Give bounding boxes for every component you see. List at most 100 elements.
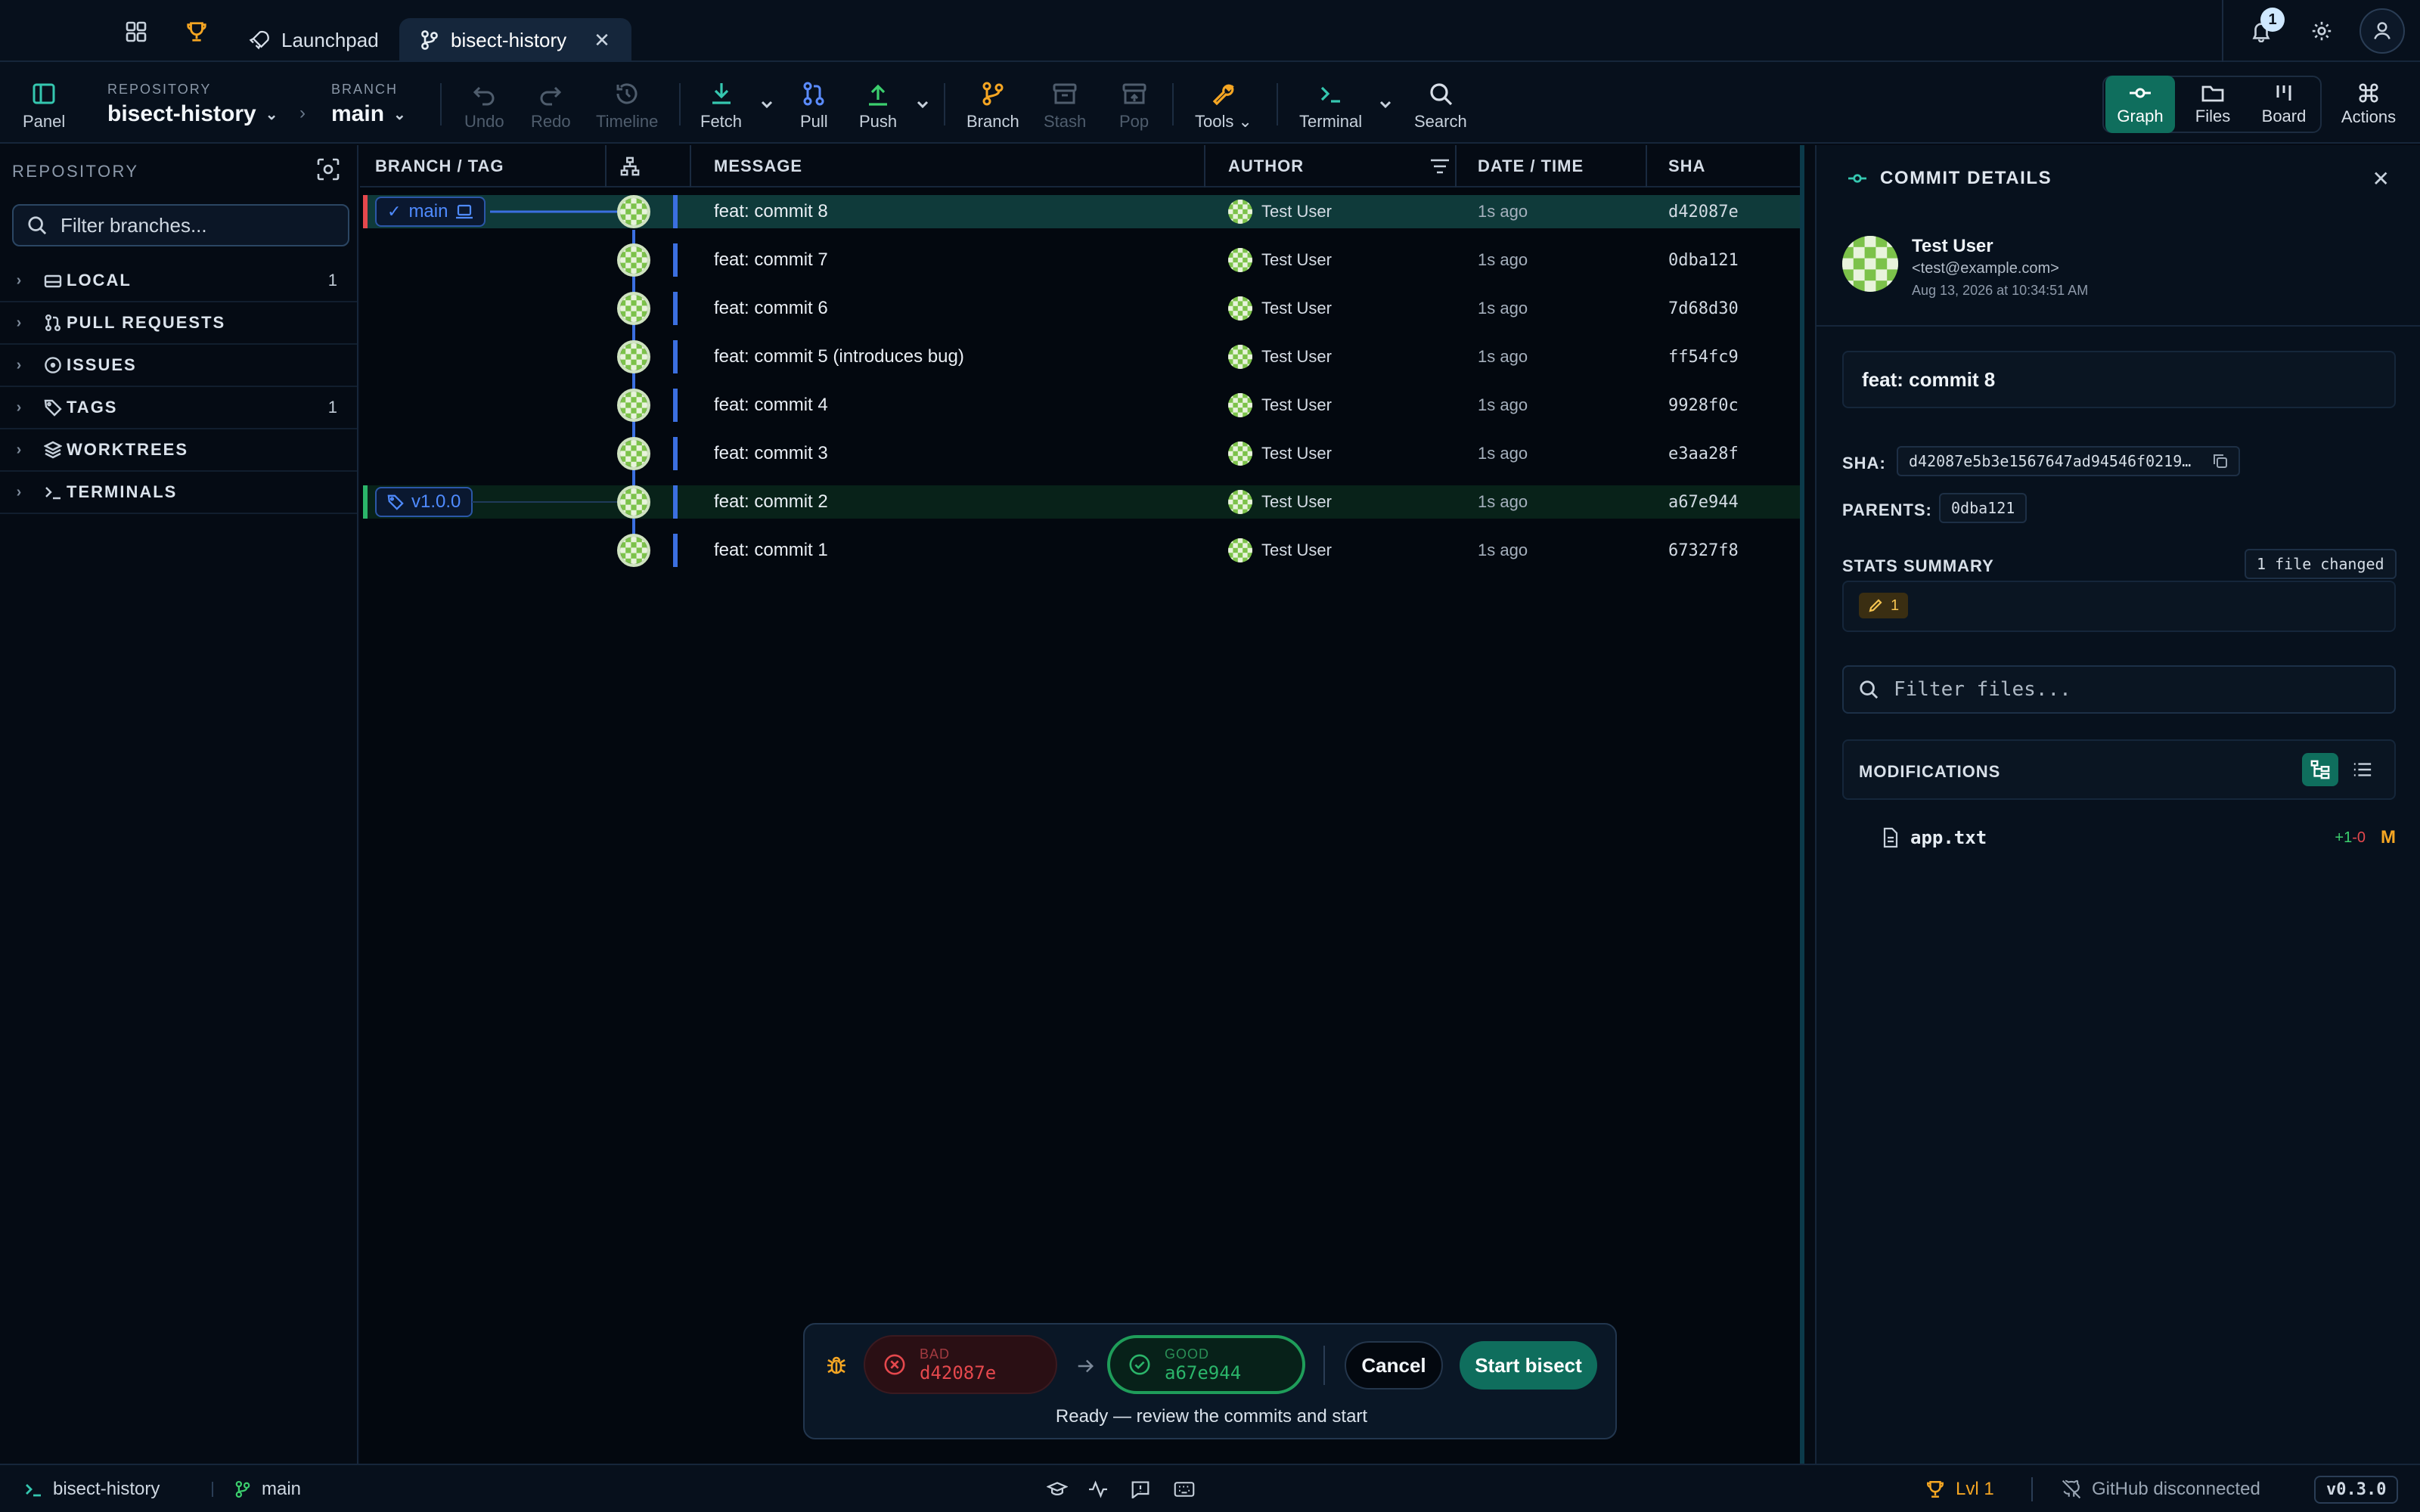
view-graph-button[interactable]: Graph — [2105, 76, 2175, 133]
sidebar-item-tags[interactable]: › TAGS 1 — [0, 387, 357, 429]
sidebar-item-local[interactable]: › LOCAL 1 — [0, 260, 357, 302]
focus-icon[interactable] — [316, 157, 340, 181]
branch-label[interactable]: ✓ main — [375, 197, 486, 227]
commit-details-panel: COMMIT DETAILS ✕ Test User <test@example… — [1815, 145, 2420, 1464]
view-files-button[interactable]: Files — [2178, 76, 2248, 133]
actions-button[interactable]: Actions — [2332, 76, 2405, 133]
commit-node-avatar[interactable] — [617, 485, 650, 519]
parent-sha[interactable]: 0dba121 — [1939, 493, 2028, 523]
status-branch[interactable]: main — [234, 1465, 301, 1512]
fetch-button[interactable]: Fetch — [700, 80, 742, 132]
sidebar-item-count: 1 — [327, 398, 339, 417]
commit-node-avatar[interactable] — [617, 340, 650, 373]
graduation-cap-icon[interactable] — [1047, 1465, 1068, 1512]
cancel-bisect-button[interactable]: Cancel — [1345, 1341, 1443, 1390]
download-icon — [712, 83, 731, 104]
sidebar-item-count: 1 — [327, 271, 339, 290]
status-repo[interactable]: bisect-history — [24, 1465, 160, 1512]
trophy-icon[interactable] — [182, 17, 212, 47]
keyboard-icon[interactable] — [1174, 1465, 1195, 1512]
column-message[interactable]: MESSAGE — [714, 145, 802, 187]
pencil-icon — [1869, 599, 1882, 612]
commit-node-avatar[interactable] — [617, 437, 650, 470]
terminal-button[interactable]: Terminal — [1299, 80, 1362, 132]
graph-column-icon[interactable] — [620, 145, 640, 187]
filter-icon[interactable] — [1429, 156, 1450, 177]
gear-icon[interactable] — [2299, 0, 2344, 62]
chevron-down-icon[interactable] — [1376, 95, 1395, 113]
commit-row[interactable]: feat: commit 3 Test User 1s ago e3aa28f — [360, 429, 1804, 478]
author-name: Test User — [1261, 250, 1332, 269]
pop-button[interactable]: Pop — [1119, 80, 1149, 132]
view-board-button[interactable]: Board — [2249, 76, 2319, 133]
chevron-down-icon[interactable] — [758, 95, 776, 113]
file-row[interactable]: app.txt +1-0 M — [1882, 823, 2396, 853]
commit-node-avatar[interactable] — [617, 195, 650, 228]
sidebar-item-worktrees[interactable]: › WORKTREES — [0, 429, 357, 472]
scrollbar[interactable] — [1800, 145, 1804, 1464]
timeline-label: Timeline — [596, 112, 659, 131]
tools-button[interactable]: Tools ⌄ — [1195, 80, 1252, 132]
commit-node-avatar[interactable] — [617, 534, 650, 567]
timeline-button[interactable]: Timeline — [596, 80, 658, 132]
tab-launchpad[interactable]: Launchpad — [227, 18, 400, 62]
sidebar-item-terminals[interactable]: › TERMINALS — [0, 472, 357, 514]
chevron-down-icon: ⌄ — [393, 106, 406, 123]
column-branch-tag[interactable]: BRANCH / TAG — [375, 145, 504, 187]
branch-filter-input[interactable]: Filter branches... — [12, 204, 349, 246]
lane-indicator — [673, 292, 678, 325]
activity-icon[interactable] — [1087, 1465, 1109, 1512]
bisect-bad-commit[interactable]: BAD d42087e — [864, 1335, 1057, 1394]
bisect-good-commit[interactable]: GOOD a67e944 — [1107, 1335, 1305, 1394]
divider — [2031, 1477, 2033, 1501]
notifications-button[interactable]: 1 — [2223, 0, 2299, 62]
feedback-icon[interactable] — [1130, 1465, 1151, 1512]
sidebar-item-issues[interactable]: › ISSUES — [0, 345, 357, 387]
copy-icon[interactable] — [2213, 454, 2228, 469]
start-bisect-button[interactable]: Start bisect — [1460, 1341, 1597, 1390]
search-icon — [28, 216, 47, 235]
commit-row[interactable]: feat: commit 7 Test User 1s ago 0dba121 — [360, 236, 1804, 284]
github-status[interactable]: GitHub disconnected — [2062, 1465, 2260, 1512]
column-sha[interactable]: SHA — [1668, 145, 1705, 187]
tree-view-toggle[interactable] — [2302, 753, 2338, 786]
author-name: Test User — [1261, 444, 1332, 463]
commit-node-avatar[interactable] — [617, 243, 650, 277]
commit-row[interactable]: v1.0.0 feat: commit 2 Test User 1s ago a67e9… — [360, 478, 1804, 526]
redo-button[interactable]: Redo — [531, 80, 571, 132]
commit-row[interactable]: feat: commit 5 (introduces bug) Test User… — [360, 333, 1804, 381]
commit-row[interactable]: feat: commit 6 Test User 1s ago 7d68d30 — [360, 284, 1804, 333]
commit-sha: 9928f0c — [1668, 395, 1739, 415]
chevron-down-icon[interactable] — [914, 95, 932, 113]
file-filter-input[interactable]: Filter files... — [1842, 665, 2396, 714]
undo-button[interactable]: Undo — [464, 80, 504, 132]
list-view-toggle[interactable] — [2344, 753, 2381, 786]
sidebar-item-pull-requests[interactable]: › PULL REQUESTS — [0, 302, 357, 345]
pull-button[interactable]: Pull — [800, 80, 828, 132]
column-author[interactable]: AUTHOR — [1228, 145, 1304, 187]
panel-button[interactable]: Panel — [23, 80, 65, 132]
column-date[interactable]: DATE / TIME — [1478, 145, 1584, 187]
branch-button[interactable]: Branch — [966, 80, 1019, 132]
divider — [1817, 325, 2420, 327]
level-badge[interactable]: Lvl 1 — [1925, 1465, 1994, 1512]
push-button[interactable]: Push — [859, 80, 897, 132]
commit-node-avatar[interactable] — [617, 292, 650, 325]
commit-row[interactable]: feat: commit 4 Test User 1s ago 9928f0c — [360, 381, 1804, 429]
tag-label[interactable]: v1.0.0 — [375, 487, 473, 517]
commit-node-avatar[interactable] — [617, 389, 650, 422]
close-icon[interactable]: ✕ — [2372, 166, 2390, 191]
repository-selector[interactable]: bisect-history ⌄ — [107, 101, 278, 127]
sha-value[interactable]: d42087e5b3e1567647ad94546f0219… — [1897, 446, 2240, 476]
close-icon[interactable]: ✕ — [594, 29, 610, 52]
commit-row[interactable]: ✓ main feat: commit 8 Test User 1s ago d42087… — [360, 187, 1804, 236]
grid-icon[interactable] — [121, 17, 151, 47]
branch-selector[interactable]: main ⌄ — [331, 101, 406, 127]
commit-row[interactable]: feat: commit 1 Test User 1s ago 67327f8 — [360, 526, 1804, 575]
search-button[interactable]: Search — [1414, 80, 1467, 132]
stash-button[interactable]: Stash — [1044, 80, 1086, 132]
toolbar: Panel REPOSITORY bisect-history ⌄ › BRAN… — [0, 62, 2420, 144]
account-button[interactable] — [2344, 0, 2420, 62]
tab-bisect-history[interactable]: bisect-history ✕ — [399, 18, 631, 62]
commit-author: Test User — [1228, 478, 1332, 526]
